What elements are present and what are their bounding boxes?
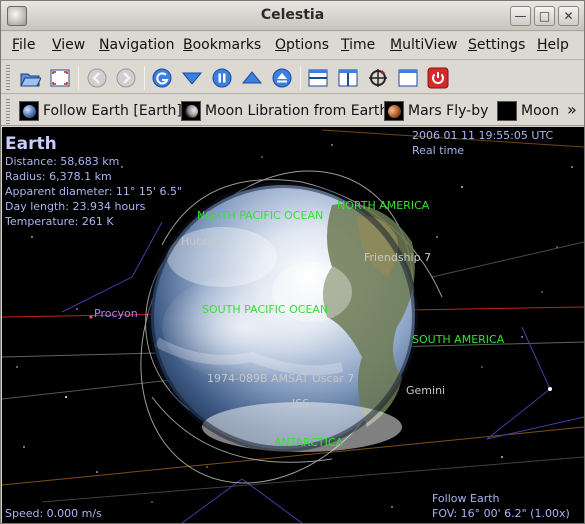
toolbar xyxy=(1,61,584,94)
label-amsat-oscar-7[interactable]: 1974-089B AMSAT Oscar 7 xyxy=(207,372,354,385)
pause-icon xyxy=(212,68,232,88)
open-button[interactable] xyxy=(18,66,42,90)
bookmark-moon-libration[interactable]: Moon Libration from Earth xyxy=(181,99,388,122)
apparent-diameter-readout: Apparent diameter: 11° 15' 6.5" xyxy=(5,185,182,198)
label-gemini[interactable]: Gemini xyxy=(406,384,445,397)
bookmark-follow-earth[interactable]: Follow Earth [Earth] xyxy=(19,99,182,122)
label-south-pacific[interactable]: SOUTH PACIFIC OCEAN xyxy=(202,303,328,316)
bookmarks-bar: Follow Earth [Earth] Moon Libration from… xyxy=(1,95,584,126)
minimize-icon: — xyxy=(514,9,527,23)
celestia-window: Celestia — □ ✕ File View Navigation Book… xyxy=(0,0,585,524)
object-name: Earth xyxy=(5,134,57,154)
menu-help[interactable]: Help xyxy=(537,37,569,53)
single-view-button[interactable] xyxy=(396,66,420,90)
toolbar-separator xyxy=(300,66,301,90)
close-button[interactable]: ✕ xyxy=(558,6,579,26)
forward-icon xyxy=(116,68,136,88)
cycle-view-button[interactable] xyxy=(366,66,390,90)
quit-icon xyxy=(427,67,449,89)
reverse-time-button[interactable] xyxy=(270,66,294,90)
menu-bookmarks[interactable]: Bookmarks xyxy=(183,37,261,53)
toolbar-separator xyxy=(144,66,145,90)
moon-dark-thumb-icon xyxy=(497,100,517,121)
bookmark-label: Follow Earth [Earth] xyxy=(43,102,182,119)
window-title: Celestia xyxy=(260,7,325,23)
single-view-icon xyxy=(398,69,418,87)
label-antarctica[interactable]: ANTARCTICA xyxy=(274,436,343,449)
split-vertical-button[interactable] xyxy=(336,66,360,90)
bookmark-moon[interactable]: Moon xyxy=(497,99,559,122)
menu-time[interactable]: Time xyxy=(341,37,375,53)
toolbar-separator xyxy=(78,66,79,90)
datetime-readout: 2006 01 11 19:55:05 UTC xyxy=(412,129,554,142)
fov-readout: FOV: 16° 00' 6.2" (1.00x) xyxy=(432,507,570,520)
radius-readout: Radius: 6,378.1 km xyxy=(5,170,112,183)
goto-button[interactable] xyxy=(150,66,174,90)
label-friendship-7[interactable]: Friendship 7 xyxy=(364,251,431,264)
slower-button[interactable] xyxy=(180,66,204,90)
minimize-button[interactable]: — xyxy=(510,6,531,26)
pause-button[interactable] xyxy=(210,66,234,90)
label-procyon[interactable]: Procyon xyxy=(94,307,138,320)
menu-navigation[interactable]: Navigation xyxy=(99,37,175,53)
time-panel: 2006 01 11 19:55:05 UTC Real time xyxy=(412,128,553,158)
speed-readout: Speed: 0.000 m/s xyxy=(5,507,102,520)
render-viewport[interactable]: Earth Distance: 58,683 km Radius: 6,378.… xyxy=(2,127,584,523)
mars-thumb-icon xyxy=(384,100,404,121)
split-horizontal-icon xyxy=(308,69,328,87)
label-north-america[interactable]: NORTH AMERICA xyxy=(337,199,429,212)
forward-button[interactable] xyxy=(114,66,138,90)
toolbar-grip[interactable] xyxy=(6,65,10,90)
menu-view[interactable]: View xyxy=(52,37,85,53)
back-button[interactable] xyxy=(85,66,109,90)
faster-button[interactable] xyxy=(240,66,264,90)
label-north-pacific[interactable]: NORTH PACIFIC OCEAN xyxy=(197,209,323,222)
menu-file[interactable]: File xyxy=(12,37,35,53)
menu-multiview[interactable]: MultiView xyxy=(390,37,457,53)
bookmark-label: Moon xyxy=(521,102,560,119)
time-mode-readout: Real time xyxy=(412,144,465,157)
back-icon xyxy=(87,68,107,88)
menu-options[interactable]: Options xyxy=(275,37,329,53)
more-bookmarks-chevron-icon[interactable]: » xyxy=(567,100,577,119)
faster-icon xyxy=(241,71,263,84)
follow-readout: Follow Earth xyxy=(432,492,500,505)
earth-thumb-icon xyxy=(19,100,39,121)
bookmark-label: Mars Fly-by xyxy=(408,102,489,119)
split-vertical-icon xyxy=(338,69,358,87)
distance-readout: Distance: 58,683 km xyxy=(5,155,120,168)
label-south-america[interactable]: SOUTH AMERICA xyxy=(412,333,504,346)
title-bar[interactable]: Celestia — □ ✕ xyxy=(1,1,584,31)
day-length-readout: Day length: 23.934 hours xyxy=(5,200,146,213)
label-hubble[interactable]: Hubble xyxy=(181,235,220,248)
close-icon: ✕ xyxy=(563,9,574,23)
bookmarks-grip[interactable] xyxy=(6,99,10,124)
camera-panel: Follow Earth FOV: 16° 00' 6.2" (1.00x) xyxy=(432,491,570,521)
reverse-icon xyxy=(272,68,292,88)
cycle-view-icon xyxy=(369,69,387,87)
temperature-readout: Temperature: 261 K xyxy=(5,215,114,228)
moon-thumb-icon xyxy=(181,100,201,121)
object-info-panel: Earth Distance: 58,683 km Radius: 6,378.… xyxy=(5,134,182,229)
menu-bar: File View Navigation Bookmarks Options T… xyxy=(1,32,584,60)
capture-icon xyxy=(50,69,70,87)
maximize-button[interactable]: □ xyxy=(534,6,555,26)
quit-button[interactable] xyxy=(426,66,450,90)
bookmark-mars-flyby[interactable]: Mars Fly-by xyxy=(384,99,488,122)
maximize-icon: □ xyxy=(538,9,551,23)
capture-button[interactable] xyxy=(48,66,72,90)
goto-icon xyxy=(152,68,172,88)
label-iss[interactable]: ISS xyxy=(292,397,309,410)
slower-icon xyxy=(181,72,203,85)
menu-settings[interactable]: Settings xyxy=(468,37,525,53)
split-horizontal-button[interactable] xyxy=(306,66,330,90)
open-icon xyxy=(20,73,41,87)
bookmark-label: Moon Libration from Earth xyxy=(205,102,389,119)
